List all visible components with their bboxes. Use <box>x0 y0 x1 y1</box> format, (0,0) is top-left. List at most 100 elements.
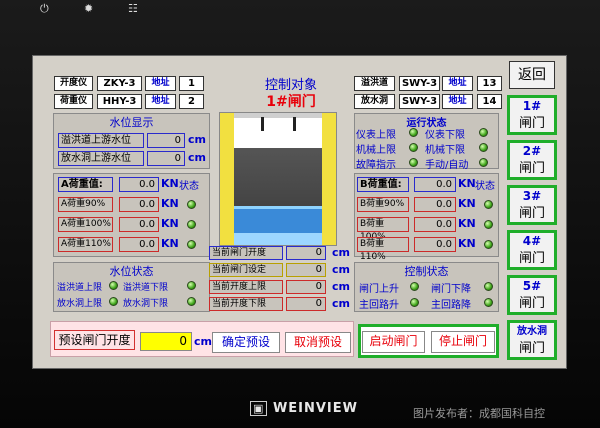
gate-value-label: 当前闸门开度 <box>209 246 283 260</box>
status-item: 故障指示 <box>356 160 396 171</box>
status-led <box>479 143 488 152</box>
status-led <box>109 297 118 306</box>
sidebar-gate-number: 3# <box>522 189 542 203</box>
level-label: 放水洞上游水位 <box>58 151 144 166</box>
preset-input[interactable]: 0 <box>140 332 192 351</box>
confirm-preset-button[interactable]: 确定预设 <box>212 332 280 353</box>
brand-name: WEINVIEW <box>272 401 358 416</box>
hmi-screen: 开度仪 ZKY-3 地址 1 荷重仪 HHY-3 地址 2 控制对象 1#闸门 … <box>32 55 567 369</box>
addr-value[interactable]: 14 <box>477 94 502 109</box>
status-led <box>484 220 493 229</box>
load-unit: KN <box>161 197 179 210</box>
status-led <box>409 128 418 137</box>
meter-model: ZKY-3 <box>97 76 142 91</box>
load-status-label: 状态 <box>179 181 199 192</box>
start-gate-button[interactable]: 启动闸门 <box>362 331 425 353</box>
load-unit: KN <box>161 237 179 250</box>
addr-value[interactable]: 1 <box>179 76 204 91</box>
gate-value-unit: cm <box>332 280 350 293</box>
meter-model: HHY-3 <box>97 94 142 109</box>
load-status-label: 状态 <box>475 181 495 192</box>
status-item: 放水洞上限 <box>57 299 103 309</box>
status-led <box>410 298 419 307</box>
status-led <box>484 200 493 209</box>
brand-mark-icon: ▣ <box>250 401 268 416</box>
gate-diagram <box>219 112 337 246</box>
sidebar-gate-3[interactable]: 3# 闸门 <box>507 185 557 225</box>
level-unit: cm <box>188 133 206 146</box>
status-item: 手动/自动 <box>425 160 469 171</box>
sidebar-gate-number: 放水洞 <box>517 326 547 337</box>
status-item: 仪表下限 <box>425 130 465 141</box>
sidebar-gate-2[interactable]: 2# 闸门 <box>507 140 557 180</box>
status-led <box>479 158 488 167</box>
gate-leaf <box>234 148 322 206</box>
sidebar-gate-label: 闸门 <box>518 296 545 311</box>
power-icon: ⏻ <box>40 2 49 15</box>
addr-label: 地址 <box>442 94 473 109</box>
addr-value[interactable]: 13 <box>477 76 502 91</box>
load-unit: KN <box>458 217 476 230</box>
status-led <box>187 220 196 229</box>
load-value: 0.0 <box>414 217 456 232</box>
gate-value: 0 <box>286 297 326 311</box>
addr-value[interactable]: 2 <box>179 94 204 109</box>
back-button[interactable]: 返回 <box>509 61 555 89</box>
gate-frame <box>234 118 322 148</box>
sidebar-gate-number: 4# <box>522 234 542 248</box>
preset-unit: cm <box>194 335 212 348</box>
load-value: 0.0 <box>414 177 456 192</box>
status-item: 溢洪道下限 <box>123 283 169 293</box>
load-label: A荷重90% <box>58 197 113 212</box>
level-unit: cm <box>188 151 206 164</box>
load-unit: KN <box>458 237 476 250</box>
load-value: 0.0 <box>414 197 456 212</box>
load-unit: KN <box>458 177 476 190</box>
load-label: B荷重100% <box>357 217 409 242</box>
sidebar-gate-4[interactable]: 4# 闸门 <box>507 230 557 270</box>
load-label: B荷重110% <box>357 237 409 262</box>
sidebar-gate-label: 闸门 <box>518 251 545 266</box>
gate-value: 0 <box>286 263 326 277</box>
brightness-icon: ✹ <box>84 2 94 15</box>
sidebar-gate-1[interactable]: 1# 闸门 <box>507 95 557 135</box>
load-value: 0.0 <box>119 217 159 232</box>
status-item: 闸门下降 <box>431 284 471 295</box>
gate-value-unit: cm <box>332 263 350 276</box>
status-item: 主回路升 <box>359 300 399 311</box>
load-value: 0.0 <box>119 237 159 252</box>
status-item: 主回路降 <box>431 300 471 311</box>
sidebar-gate-outlet[interactable]: 放水洞 闸门 <box>507 320 557 360</box>
load-label: A荷重110% <box>58 237 113 252</box>
sidebar-gate-label: 闸门 <box>518 206 545 221</box>
load-label: A荷重100% <box>58 217 113 232</box>
load-value: 0.0 <box>119 177 159 192</box>
load-label: A荷重值: <box>58 177 113 192</box>
sidebar-gate-number: 5# <box>522 279 542 293</box>
load-label: B荷重值: <box>357 177 409 192</box>
water-bottom <box>234 233 322 245</box>
status-led <box>484 298 493 307</box>
level-value: 0 <box>147 151 185 166</box>
load-value: 0.0 <box>414 237 456 252</box>
gate-value-label: 当前开度下限 <box>209 297 283 311</box>
gate-pier-right <box>322 113 336 245</box>
status-led <box>479 128 488 137</box>
sidebar-gate-number: 2# <box>522 144 542 158</box>
panel-title: 水位显示 <box>109 116 154 129</box>
status-led <box>187 240 196 249</box>
level-value: 0 <box>147 133 185 148</box>
water-body <box>234 209 322 233</box>
status-led <box>484 282 493 291</box>
sidebar-gate-5[interactable]: 5# 闸门 <box>507 275 557 315</box>
status-led <box>109 281 118 290</box>
status-item: 机械下限 <box>425 145 465 156</box>
status-led <box>187 200 196 209</box>
page-subtitle: 1#闸门 <box>266 94 316 110</box>
panel-title: 控制状态 <box>404 265 449 278</box>
brand-logo: ▣ WEINVIEW <box>250 401 358 416</box>
cancel-preset-button[interactable]: 取消预设 <box>285 332 351 353</box>
gate-value-label: 当前闸门设定 <box>209 263 283 277</box>
status-led <box>409 143 418 152</box>
stop-gate-button[interactable]: 停止闸门 <box>431 331 495 353</box>
